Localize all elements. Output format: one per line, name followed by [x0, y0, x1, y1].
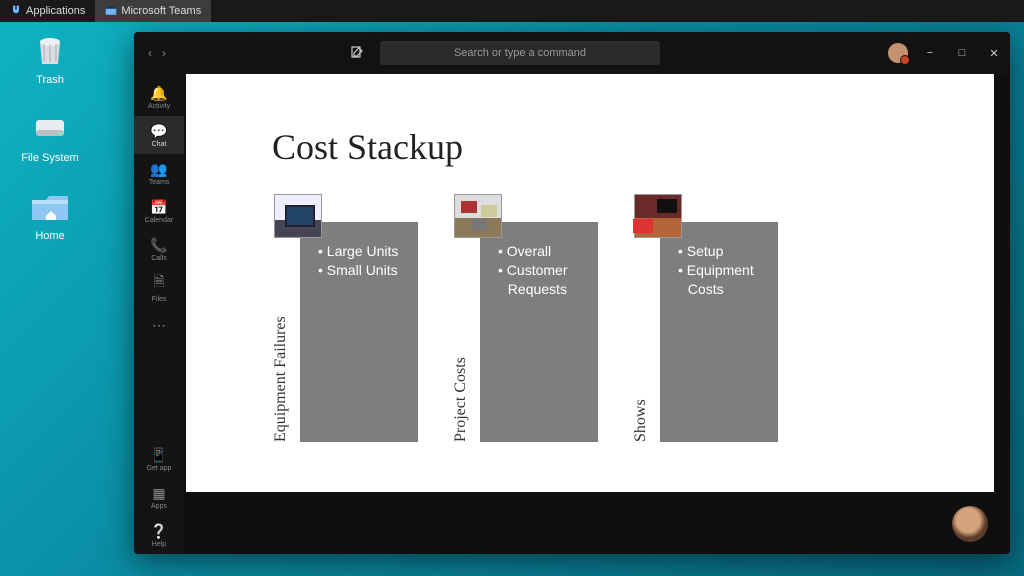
teams-window: ‹ › Search or type a command − □ ✕ 🔔 Act…	[134, 32, 1010, 554]
sidebar-item-label: Apps	[151, 503, 167, 510]
participant-avatar[interactable]	[952, 506, 988, 542]
pillar-thumbnail	[274, 194, 322, 238]
meeting-footer	[184, 492, 1010, 554]
search-placeholder: Search or type a command	[454, 47, 586, 59]
bell-icon: 🔔	[150, 85, 167, 102]
sidebar-item-getapp[interactable]: 📱 Get app	[134, 440, 184, 478]
os-taskbar: Applications Microsoft Teams	[0, 0, 1024, 22]
sidebar-item-label: Calls	[151, 255, 167, 262]
shared-slide: Cost Stackup Equipment Failures Large Un…	[186, 74, 994, 492]
bullet-item: Small Units	[318, 261, 398, 280]
sidebar-item-label: Files	[152, 296, 167, 303]
search-input[interactable]: Search or type a command	[380, 41, 660, 65]
sidebar-item-apps[interactable]: ▦ Apps	[134, 478, 184, 516]
bullet-item: Equipment Costs	[678, 261, 778, 299]
help-icon: ❔	[150, 523, 167, 540]
desktop-icon-home[interactable]: Home	[18, 186, 82, 242]
applications-label: Applications	[26, 5, 85, 17]
sidebar-item-chat[interactable]: 💬 Chat	[134, 116, 184, 154]
phone-icon: 📞	[150, 237, 167, 254]
pillar-thumbnail	[454, 194, 502, 238]
taskbar-app-teams[interactable]: Microsoft Teams	[95, 0, 211, 22]
nav-back-button[interactable]: ‹	[148, 46, 152, 60]
sidebar-item-activity[interactable]: 🔔 Activity	[134, 78, 184, 116]
applications-menu[interactable]: Applications	[0, 0, 95, 22]
slide-title: Cost Stackup	[272, 126, 463, 168]
pillar-thumbnail	[634, 194, 682, 238]
desktop-icon-label: Trash	[18, 74, 82, 86]
people-icon: 👥	[150, 161, 167, 178]
slide-pillar-equipment-failures: Equipment Failures Large Units Small Uni…	[268, 194, 418, 442]
sidebar-item-help[interactable]: ❔ Help	[134, 516, 184, 554]
window-maximize-button[interactable]: □	[946, 32, 978, 74]
teams-sidebar: 🔔 Activity 💬 Chat 👥 Teams 📅 Calendar 📞 C…	[134, 74, 184, 554]
calendar-icon: 📅	[150, 199, 167, 216]
sidebar-item-label: Chat	[152, 141, 167, 148]
pillar-heading: Shows	[632, 399, 650, 442]
folder-home-icon	[28, 186, 72, 226]
teams-titlebar: ‹ › Search or type a command − □ ✕	[134, 32, 1010, 74]
sidebar-item-calls[interactable]: 📞 Calls	[134, 230, 184, 268]
desktop-icon-label: Home	[18, 230, 82, 242]
window-minimize-button[interactable]: −	[914, 32, 946, 74]
slide-pillar-project-costs: Project Costs Overall Customer Requests	[448, 194, 598, 442]
sidebar-item-label: Teams	[149, 179, 170, 186]
sidebar-item-files[interactable]: 🗎 Files	[134, 268, 184, 306]
drive-icon	[28, 108, 72, 148]
trash-icon	[28, 30, 72, 70]
bullet-item: Overall	[498, 242, 598, 261]
sidebar-item-label: Get app	[147, 465, 172, 472]
desktop-icon-trash[interactable]: Trash	[18, 30, 82, 86]
chat-icon: 💬	[150, 123, 167, 140]
sidebar-item-label: Activity	[148, 103, 170, 110]
window-close-button[interactable]: ✕	[978, 32, 1010, 74]
sidebar-more-button[interactable]: ⋯	[134, 306, 184, 344]
teams-content: Cost Stackup Equipment Failures Large Un…	[184, 74, 1010, 554]
user-avatar[interactable]	[888, 43, 908, 63]
desktop-icon-label: File System	[18, 152, 82, 164]
sidebar-item-label: Calendar	[145, 217, 173, 224]
nav-forward-button[interactable]: ›	[162, 46, 166, 60]
apps-icon: ▦	[152, 485, 165, 502]
compose-icon[interactable]	[350, 45, 364, 62]
pillar-bullets: Large Units Small Units	[318, 242, 398, 280]
desktop-icon-filesystem[interactable]: File System	[18, 108, 82, 164]
bullet-item: Large Units	[318, 242, 398, 261]
bullet-item: Customer Requests	[498, 261, 598, 299]
sidebar-item-teams[interactable]: 👥 Teams	[134, 154, 184, 192]
taskbar-app-label: Microsoft Teams	[121, 5, 201, 17]
mouse-icon	[10, 5, 22, 17]
desktop-icons: Trash File System Home	[18, 30, 82, 242]
pillar-heading: Project Costs	[452, 357, 470, 442]
sidebar-item-calendar[interactable]: 📅 Calendar	[134, 192, 184, 230]
slide-pillar-shows: Shows Setup Equipment Costs	[628, 194, 778, 442]
bullet-item: Setup	[678, 242, 778, 261]
sidebar-item-label: Help	[152, 541, 166, 548]
pillar-bullets: Overall Customer Requests	[498, 242, 598, 299]
ellipsis-icon: ⋯	[152, 317, 166, 334]
pillar-heading: Equipment Failures	[272, 316, 290, 442]
file-icon: 🗎	[153, 271, 164, 295]
mobile-icon: 📱	[150, 447, 167, 464]
teams-window-icon	[105, 5, 117, 17]
pillar-bullets: Setup Equipment Costs	[678, 242, 778, 299]
